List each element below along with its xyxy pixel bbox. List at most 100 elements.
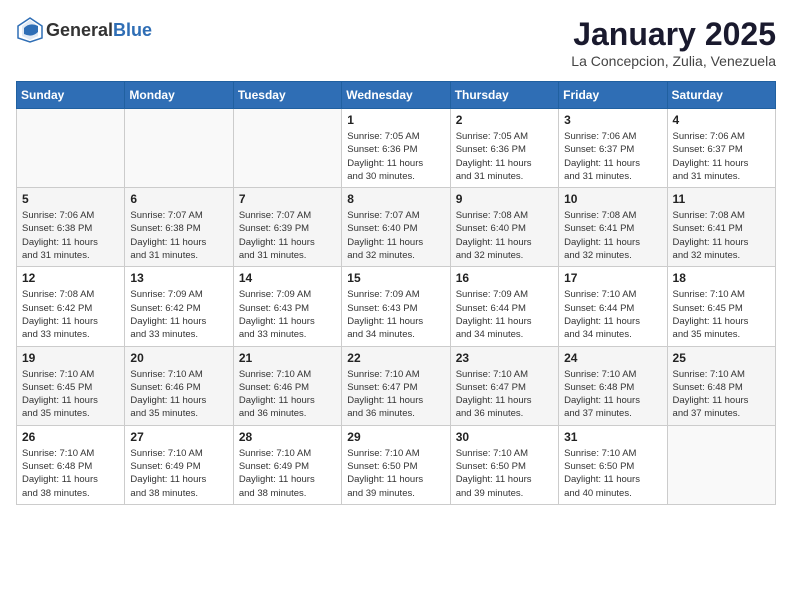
week-row-1: 1 Sunrise: 7:05 AMSunset: 6:36 PMDaylight… <box>17 109 776 188</box>
day-info-17: Sunrise: 7:10 AMSunset: 6:44 PMDaylight:… <box>564 288 661 341</box>
day-cell-16: 16 Sunrise: 7:09 AMSunset: 6:44 PMDayligh… <box>450 267 558 346</box>
day-number-20: 20 <box>130 351 227 365</box>
day-cell-17: 17 Sunrise: 7:10 AMSunset: 6:44 PMDayligh… <box>559 267 667 346</box>
day-cell-4: 4Sunrise: 7:06 AMSunset: 6:37 PMDaylight… <box>667 109 775 188</box>
day-cell-1: 1 Sunrise: 7:05 AMSunset: 6:36 PMDaylight… <box>342 109 450 188</box>
day-cell-31: 31 Sunrise: 7:10 AMSunset: 6:50 PMDayligh… <box>559 425 667 504</box>
day-number-5: 5 <box>22 192 119 206</box>
header-day-thursday: Thursday <box>450 82 558 109</box>
day-number-22: 22 <box>347 351 444 365</box>
day-cell-23: 23Sunrise: 7:10 AMSunset: 6:47 PMDayligh… <box>450 346 558 425</box>
day-info-28: Sunrise: 7:10 AMSunset: 6:49 PMDaylight:… <box>239 447 336 500</box>
day-cell-22: 22 Sunrise: 7:10 AMSunset: 6:47 PMDayligh… <box>342 346 450 425</box>
day-info-14: Sunrise: 7:09 AMSunset: 6:43 PMDaylight:… <box>239 288 336 341</box>
logo: GeneralBlue <box>16 16 152 44</box>
day-number-2: 2 <box>456 113 553 127</box>
day-info-24: Sunrise: 7:10 AMSunset: 6:48 PMDaylight:… <box>564 368 661 421</box>
day-info-30: Sunrise: 7:10 AMSunset: 6:50 PMDaylight:… <box>456 447 553 500</box>
week-row-5: 26 Sunrise: 7:10 AMSunset: 6:48 PMDayligh… <box>17 425 776 504</box>
day-info-20: Sunrise: 7:10 AMSunset: 6:46 PMDaylight:… <box>130 368 227 421</box>
day-cell-28: 28 Sunrise: 7:10 AMSunset: 6:49 PMDayligh… <box>233 425 341 504</box>
logo-text: GeneralBlue <box>46 20 152 41</box>
header-day-friday: Friday <box>559 82 667 109</box>
day-number-27: 27 <box>130 430 227 444</box>
day-number-4: 4 <box>673 113 770 127</box>
day-info-26: Sunrise: 7:10 AMSunset: 6:48 PMDaylight:… <box>22 447 119 500</box>
day-info-13: Sunrise: 7:09 AMSunset: 6:42 PMDaylight:… <box>130 288 227 341</box>
day-number-21: 21 <box>239 351 336 365</box>
day-info-10: Sunrise: 7:08 AMSunset: 6:41 PMDaylight:… <box>564 209 661 262</box>
day-cell-15: 15Sunrise: 7:09 AMSunset: 6:43 PMDayligh… <box>342 267 450 346</box>
day-cell-5: 5 Sunrise: 7:06 AMSunset: 6:38 PMDaylight… <box>17 188 125 267</box>
header-day-tuesday: Tuesday <box>233 82 341 109</box>
day-cell-3: 3Sunrise: 7:06 AMSunset: 6:37 PMDaylight… <box>559 109 667 188</box>
day-cell-18: 18Sunrise: 7:10 AMSunset: 6:45 PMDayligh… <box>667 267 775 346</box>
header-day-saturday: Saturday <box>667 82 775 109</box>
header-day-sunday: Sunday <box>17 82 125 109</box>
day-cell-20: 20 Sunrise: 7:10 AMSunset: 6:46 PMDayligh… <box>125 346 233 425</box>
empty-cell <box>125 109 233 188</box>
title-area: January 2025 La Concepcion, Zulia, Venez… <box>571 16 776 69</box>
day-cell-7: 7 Sunrise: 7:07 AMSunset: 6:39 PMDaylight… <box>233 188 341 267</box>
day-info-5: Sunrise: 7:06 AMSunset: 6:38 PMDaylight:… <box>22 209 119 262</box>
day-info-22: Sunrise: 7:10 AMSunset: 6:47 PMDaylight:… <box>347 368 444 421</box>
day-info-15: Sunrise: 7:09 AMSunset: 6:43 PMDaylight:… <box>347 288 444 341</box>
week-row-4: 19Sunrise: 7:10 AMSunset: 6:45 PMDayligh… <box>17 346 776 425</box>
day-cell-11: 11 Sunrise: 7:08 AMSunset: 6:41 PMDayligh… <box>667 188 775 267</box>
day-info-29: Sunrise: 7:10 AMSunset: 6:50 PMDaylight:… <box>347 447 444 500</box>
day-cell-21: 21Sunrise: 7:10 AMSunset: 6:46 PMDayligh… <box>233 346 341 425</box>
day-info-12: Sunrise: 7:08 AMSunset: 6:42 PMDaylight:… <box>22 288 119 341</box>
day-info-31: Sunrise: 7:10 AMSunset: 6:50 PMDaylight:… <box>564 447 661 500</box>
day-number-8: 8 <box>347 192 444 206</box>
day-info-23: Sunrise: 7:10 AMSunset: 6:47 PMDaylight:… <box>456 368 553 421</box>
day-cell-26: 26 Sunrise: 7:10 AMSunset: 6:48 PMDayligh… <box>17 425 125 504</box>
day-info-16: Sunrise: 7:09 AMSunset: 6:44 PMDaylight:… <box>456 288 553 341</box>
day-info-11: Sunrise: 7:08 AMSunset: 6:41 PMDaylight:… <box>673 209 770 262</box>
day-info-9: Sunrise: 7:08 AMSunset: 6:40 PMDaylight:… <box>456 209 553 262</box>
day-number-26: 26 <box>22 430 119 444</box>
logo-blue: Blue <box>113 20 152 40</box>
day-number-28: 28 <box>239 430 336 444</box>
day-number-9: 9 <box>456 192 553 206</box>
day-info-25: Sunrise: 7:10 AMSunset: 6:48 PMDaylight:… <box>673 368 770 421</box>
day-info-19: Sunrise: 7:10 AMSunset: 6:45 PMDaylight:… <box>22 368 119 421</box>
day-info-8: Sunrise: 7:07 AMSunset: 6:40 PMDaylight:… <box>347 209 444 262</box>
day-number-30: 30 <box>456 430 553 444</box>
day-number-11: 11 <box>673 192 770 206</box>
day-info-18: Sunrise: 7:10 AMSunset: 6:45 PMDaylight:… <box>673 288 770 341</box>
month-title: January 2025 <box>571 16 776 53</box>
day-number-10: 10 <box>564 192 661 206</box>
calendar-table: SundayMondayTuesdayWednesdayThursdayFrid… <box>16 81 776 505</box>
day-cell-25: 25 Sunrise: 7:10 AMSunset: 6:48 PMDayligh… <box>667 346 775 425</box>
day-cell-30: 30 Sunrise: 7:10 AMSunset: 6:50 PMDayligh… <box>450 425 558 504</box>
day-number-17: 17 <box>564 271 661 285</box>
day-info-1: Sunrise: 7:05 AMSunset: 6:36 PMDaylight:… <box>347 130 444 183</box>
day-cell-8: 8 Sunrise: 7:07 AMSunset: 6:40 PMDaylight… <box>342 188 450 267</box>
week-row-3: 12 Sunrise: 7:08 AMSunset: 6:42 PMDayligh… <box>17 267 776 346</box>
day-info-7: Sunrise: 7:07 AMSunset: 6:39 PMDaylight:… <box>239 209 336 262</box>
day-cell-24: 24 Sunrise: 7:10 AMSunset: 6:48 PMDayligh… <box>559 346 667 425</box>
logo-general: General <box>46 20 113 40</box>
day-cell-14: 14 Sunrise: 7:09 AMSunset: 6:43 PMDayligh… <box>233 267 341 346</box>
day-number-16: 16 <box>456 271 553 285</box>
header-day-monday: Monday <box>125 82 233 109</box>
day-cell-19: 19Sunrise: 7:10 AMSunset: 6:45 PMDayligh… <box>17 346 125 425</box>
day-number-31: 31 <box>564 430 661 444</box>
day-number-1: 1 <box>347 113 444 127</box>
empty-cell <box>667 425 775 504</box>
day-cell-6: 6Sunrise: 7:07 AMSunset: 6:38 PMDaylight… <box>125 188 233 267</box>
day-number-13: 13 <box>130 271 227 285</box>
day-cell-27: 27Sunrise: 7:10 AMSunset: 6:49 PMDayligh… <box>125 425 233 504</box>
day-number-12: 12 <box>22 271 119 285</box>
day-number-14: 14 <box>239 271 336 285</box>
day-number-3: 3 <box>564 113 661 127</box>
day-info-2: Sunrise: 7:05 AMSunset: 6:36 PMDaylight:… <box>456 130 553 183</box>
day-number-29: 29 <box>347 430 444 444</box>
day-number-7: 7 <box>239 192 336 206</box>
day-cell-10: 10 Sunrise: 7:08 AMSunset: 6:41 PMDayligh… <box>559 188 667 267</box>
day-number-25: 25 <box>673 351 770 365</box>
empty-cell <box>233 109 341 188</box>
day-number-24: 24 <box>564 351 661 365</box>
logo-icon <box>16 16 44 44</box>
day-cell-9: 9 Sunrise: 7:08 AMSunset: 6:40 PMDaylight… <box>450 188 558 267</box>
